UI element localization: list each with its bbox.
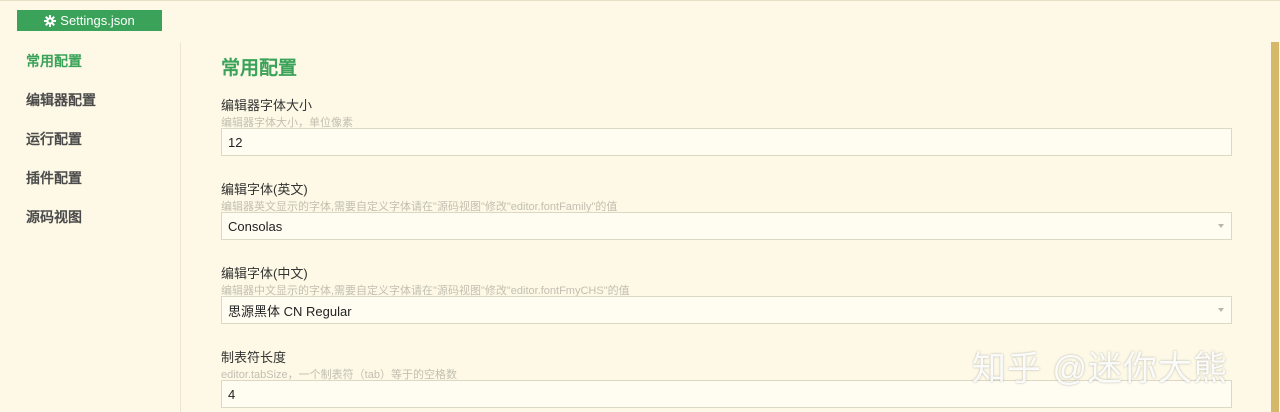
chevron-down-icon bbox=[1218, 308, 1224, 312]
font-size-input[interactable]: 12 bbox=[221, 128, 1232, 156]
gear-icon bbox=[44, 14, 57, 27]
tab-size-value: 4 bbox=[228, 386, 236, 402]
sidebar-divider bbox=[180, 42, 181, 412]
chinese-font-value: 思源黑体 CN Regular bbox=[228, 303, 352, 319]
english-font-value: Consolas bbox=[228, 218, 283, 234]
sidebar-item-run[interactable]: 运行配置 bbox=[26, 129, 82, 149]
scrollbar-thumb[interactable] bbox=[1271, 42, 1279, 412]
sidebar-item-source-view[interactable]: 源码视图 bbox=[26, 207, 82, 227]
font-size-label: 编辑器字体大小 bbox=[221, 98, 313, 113]
chinese-font-select[interactable]: 思源黑体 CN Regular bbox=[221, 296, 1232, 324]
file-tab-label: Settings.json bbox=[60, 13, 135, 28]
page-title: 常用配置 bbox=[221, 58, 298, 79]
tab-size-label: 制表符长度 bbox=[221, 350, 287, 365]
watermark: 知乎 @迷你大熊 bbox=[972, 350, 1228, 388]
sidebar-item-editor[interactable]: 编辑器配置 bbox=[26, 90, 96, 110]
chevron-down-icon bbox=[1218, 224, 1224, 228]
sidebar-item-common[interactable]: 常用配置 bbox=[26, 51, 82, 71]
english-font-label: 编辑字体(英文) bbox=[221, 182, 308, 197]
english-font-select[interactable]: Consolas bbox=[221, 212, 1232, 240]
settings-window: Settings.json 常用配置 编辑器配置 运行配置 插件配置 源码视图 … bbox=[0, 0, 1280, 412]
settings-file-tab[interactable]: Settings.json bbox=[17, 10, 162, 31]
top-border bbox=[0, 0, 1280, 1]
font-size-value: 12 bbox=[228, 134, 243, 150]
sidebar-item-plugins[interactable]: 插件配置 bbox=[26, 168, 82, 188]
chinese-font-label: 编辑字体(中文) bbox=[221, 266, 308, 281]
